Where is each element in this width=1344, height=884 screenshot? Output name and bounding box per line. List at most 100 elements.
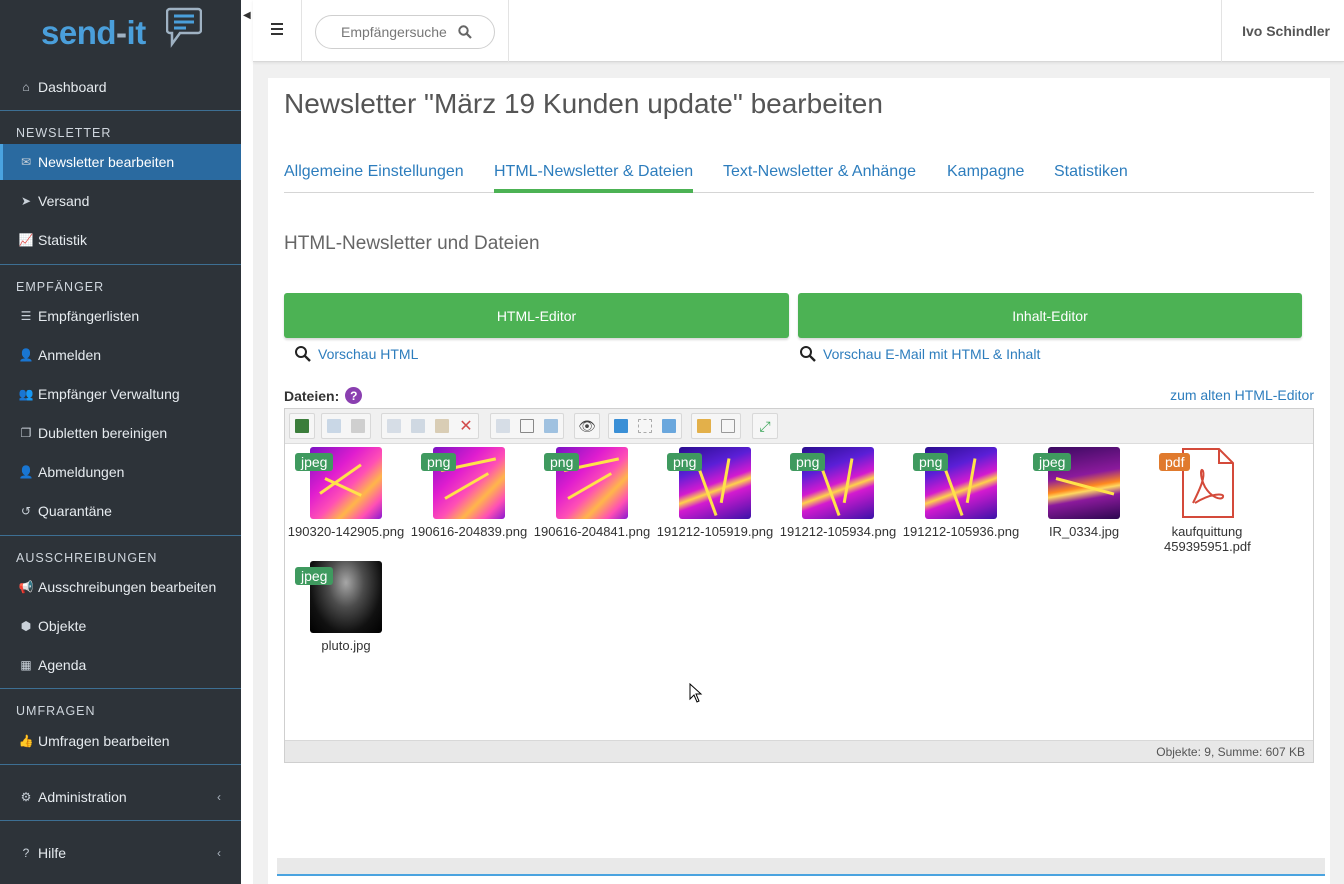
disk-icon[interactable] (346, 414, 370, 438)
recipient-search-input[interactable]: Empfängersuche (315, 15, 495, 49)
file-status-bar: Objekte: 9, Summe: 607 KB (285, 740, 1313, 762)
tab-text-newsletter[interactable]: Text-Newsletter & Anhänge (723, 163, 916, 193)
chevron-left-icon: ‹ (217, 790, 221, 804)
sidebar-item-empfaenger-verwaltung[interactable]: 👥 Empfänger Verwaltung (0, 375, 241, 413)
tab-bar: Allgemeine Einstellungen HTML-Newsletter… (284, 158, 1314, 193)
sidebar-item-umfragen-edit[interactable]: 👍 Umfragen bearbeiten (0, 722, 241, 760)
sidebar-item-label: Abmeldungen (38, 464, 125, 480)
sidebar-divider (0, 764, 241, 765)
sidebar-item-statistik[interactable]: 📈 Statistik (0, 221, 241, 259)
bullhorn-icon: 📢 (18, 580, 34, 594)
sidebar-divider (0, 535, 241, 536)
sidebar-item-label: Ausschreibungen bearbeiten (38, 579, 217, 595)
sidebar-item-dubletten[interactable]: ❐ Dubletten bereinigen (0, 414, 241, 452)
resize-icon[interactable] (539, 414, 563, 438)
file-item[interactable]: jpeg pluto.jpg (287, 561, 405, 653)
toolbar-group (691, 413, 741, 439)
files-label-text: Dateien: (284, 387, 340, 404)
tab-allgemeine-einstellungen[interactable]: Allgemeine Einstellungen (284, 163, 464, 193)
grid-mixed-icon[interactable] (657, 414, 681, 438)
user-menu[interactable]: Ivo Schindler (1242, 23, 1330, 39)
file-item[interactable]: jpeg IR_0334.jpg (1025, 447, 1143, 539)
search-icon[interactable] (458, 25, 472, 39)
html-editor-button[interactable]: HTML-Editor (284, 293, 789, 338)
logo[interactable]: send-it (0, 0, 241, 62)
delete-icon[interactable]: ✕ (454, 414, 478, 438)
file-name: 190616-204839.png (410, 524, 528, 539)
help-icon[interactable]: ? (345, 387, 363, 404)
thumbs-up-icon: 👍 (18, 734, 34, 748)
copy-icon[interactable] (382, 414, 406, 438)
details-view-icon[interactable] (716, 414, 740, 438)
eye-icon[interactable]: 👁 (575, 414, 599, 438)
duplicate-icon[interactable] (491, 414, 515, 438)
sidebar-item-agenda[interactable]: ▦ Agenda (0, 646, 241, 684)
fullscreen-icon[interactable]: ⤢ (753, 414, 777, 438)
toolbar-group (490, 413, 564, 439)
tab-html-newsletter[interactable]: HTML-Newsletter & Dateien (494, 163, 694, 193)
file-type-badge: png (913, 453, 949, 471)
list-view-icon[interactable] (692, 414, 716, 438)
toolbar-group: ✕ (381, 413, 479, 439)
preview-html-label: Vorschau HTML (318, 346, 419, 362)
file-item[interactable]: png 191212-105936.png (902, 447, 1020, 539)
sidebar-item-versand[interactable]: ➤ Versand (0, 182, 241, 220)
toolbar-group (321, 413, 371, 439)
hamburger-menu-icon[interactable] (271, 23, 285, 37)
header-divider (1221, 0, 1222, 62)
sidebar-item-label: Administration (38, 789, 127, 805)
old-html-editor-link[interactable]: zum alten HTML-Editor (1170, 387, 1314, 403)
toolbar-group (289, 413, 315, 439)
open-icon[interactable] (322, 414, 346, 438)
paste-icon[interactable] (430, 414, 454, 438)
sidebar-item-label: Empfänger Verwaltung (38, 386, 180, 402)
file-item[interactable]: png 190616-204841.png (533, 447, 651, 539)
file-item[interactable]: png 191212-105934.png (779, 447, 897, 539)
tab-statistiken[interactable]: Statistiken (1054, 163, 1128, 193)
sidebar-item-label: Versand (38, 193, 90, 209)
copy-icon: ❐ (20, 426, 32, 440)
home-icon: ⌂ (22, 80, 30, 94)
sidebar-item-newsletter-edit[interactable]: ✉ Newsletter bearbeiten (0, 144, 241, 180)
header-divider (508, 0, 509, 62)
preview-email-link[interactable]: Vorschau E-Mail mit HTML & Inhalt (799, 345, 1040, 363)
sidebar-item-abmeldungen[interactable]: 👤 Abmeldungen (0, 453, 241, 491)
search-icon (800, 346, 816, 362)
sidebar-divider (0, 688, 241, 689)
chevron-left-icon: ‹ (217, 846, 221, 860)
sidebar-divider (0, 820, 241, 821)
bottom-panel-strip (277, 858, 1325, 876)
file-item[interactable]: pdf kaufquittung 459395951.pdf (1148, 447, 1266, 554)
search-placeholder: Empfängersuche (341, 24, 447, 40)
users-icon: 👥 (18, 387, 34, 401)
save-icon[interactable] (290, 414, 314, 438)
sidebar-item-empfaengerlisten[interactable]: ☰ Empfängerlisten (0, 297, 241, 335)
sidebar-item-quarantaene[interactable]: ↺ Quarantäne (0, 492, 241, 530)
paper-plane-icon: ➤ (20, 194, 32, 208)
user-times-icon: 👤 (18, 465, 34, 479)
question-circle-icon: ? (22, 846, 30, 860)
sidebar-item-dashboard[interactable]: ⌂ Dashboard (0, 68, 241, 106)
sidebar-collapse-toggle[interactable]: ◀ (241, 0, 253, 884)
file-item[interactable]: jpeg 190320-142905.png (287, 447, 405, 539)
file-name: IR_0334.jpg (1048, 524, 1120, 539)
cut-icon[interactable] (406, 414, 430, 438)
sidebar-item-objekte[interactable]: ⬢ Objekte (0, 607, 241, 645)
preview-html-link[interactable]: Vorschau HTML (294, 345, 418, 363)
file-item[interactable]: png 191212-105919.png (656, 447, 774, 539)
tab-kampagne[interactable]: Kampagne (947, 163, 1024, 193)
user-plus-icon: 👤 (18, 348, 34, 362)
grid-small-icon[interactable] (633, 414, 657, 438)
inhalt-editor-button[interactable]: Inhalt-Editor (798, 293, 1302, 338)
preview-email-label: Vorschau E-Mail mit HTML & Inhalt (823, 346, 1041, 362)
grid-large-icon[interactable] (609, 414, 633, 438)
logo-text: send-it (41, 14, 146, 52)
file-name: 190320-142905.png (287, 524, 405, 539)
file-item[interactable]: png 190616-204839.png (410, 447, 528, 539)
page-title: Newsletter "März 19 Kunden update" bearb… (284, 88, 883, 119)
sidebar-item-ausschreibungen-edit[interactable]: 📢 Ausschreibungen bearbeiten (0, 568, 241, 606)
rename-icon[interactable] (515, 414, 539, 438)
sidebar-item-hilfe[interactable]: ? Hilfe ‹ (0, 834, 241, 872)
sidebar-item-anmelden[interactable]: 👤 Anmelden (0, 336, 241, 374)
sidebar-item-administration[interactable]: ⚙ Administration ‹ (0, 778, 241, 816)
